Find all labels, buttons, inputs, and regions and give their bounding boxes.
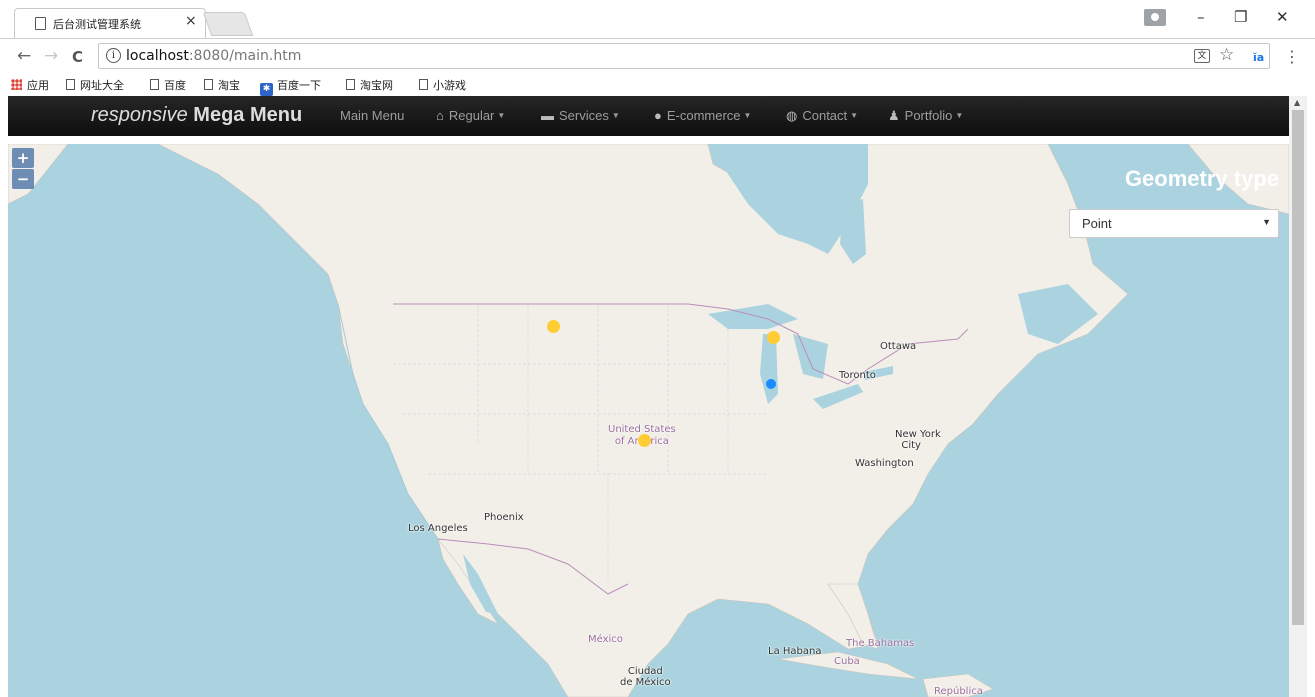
- scrollbar-thumb[interactable]: [1292, 110, 1304, 625]
- map-point-marker[interactable]: [767, 331, 780, 344]
- briefcase-icon: ▬: [541, 108, 554, 123]
- geometry-type-select[interactable]: Point ▼: [1069, 209, 1279, 238]
- label-toronto: Toronto: [839, 370, 876, 381]
- nav-portfolio[interactable]: ♟ Portfolio ▼: [888, 108, 963, 124]
- page-icon: [35, 17, 46, 30]
- close-window-button[interactable]: ✕: [1276, 8, 1289, 26]
- mega-menu-navbar: responsive Mega Menu Main Menu ⌂ Regular ▼…: [8, 96, 1289, 136]
- reload-button[interactable]: C: [72, 48, 83, 66]
- zoom-control: + −: [12, 148, 34, 190]
- tab-close-icon[interactable]: ×: [185, 13, 197, 29]
- map-point-marker-selected[interactable]: [766, 379, 776, 389]
- apps-icon: [11, 79, 22, 90]
- nav-regular[interactable]: ⌂ Regular ▼: [436, 108, 505, 123]
- info-circle-icon: ●: [654, 108, 662, 123]
- page-icon: [346, 79, 355, 90]
- caret-down-icon: ▼: [743, 111, 752, 120]
- extension-icon[interactable]: ĭa: [1253, 51, 1271, 65]
- browser-tab[interactable]: 后台测试管理系统 ×: [14, 8, 206, 38]
- nav-contact[interactable]: ◍ Contact ▼: [786, 108, 858, 124]
- scroll-up-icon[interactable]: ▲: [1294, 98, 1300, 107]
- bookmark-apps[interactable]: 应用: [11, 77, 49, 93]
- map-canvas[interactable]: Ottawa Toronto United Statesof America N…: [8, 144, 1289, 697]
- bookmarks-bar: 应用 网址大全 百度 淘宝 ✱ 百度一下 淘宝网 小游戏: [0, 74, 1315, 96]
- minimize-button[interactable]: –: [1197, 8, 1205, 26]
- browser-toolbar: ← → C i localhost:8080/main.htm 文 ☆ ĭa ⋮: [0, 38, 1315, 74]
- restore-button[interactable]: ❐: [1234, 8, 1247, 26]
- page-scrollbar[interactable]: ▲: [1289, 96, 1307, 697]
- label-ciudad-de-mexico: Ciudad de México: [620, 666, 671, 688]
- page-icon: [66, 79, 75, 90]
- bookmark-item[interactable]: 网址大全: [66, 77, 124, 93]
- map-point-marker[interactable]: [638, 434, 651, 447]
- label-phoenix: Phoenix: [484, 512, 524, 523]
- caret-down-icon: ▼: [955, 111, 964, 120]
- bookmark-item[interactable]: 淘宝网: [346, 77, 393, 93]
- geometry-type-value: Point: [1082, 216, 1112, 231]
- tab-title: 后台测试管理系统: [53, 18, 141, 31]
- label-washington: Washington: [855, 458, 914, 469]
- url-text[interactable]: localhost:8080/main.htm: [126, 48, 301, 64]
- land-north-america: [157, 144, 1129, 697]
- bookmark-star-icon[interactable]: ☆: [1219, 45, 1234, 65]
- globe-icon: ◍: [786, 108, 798, 123]
- bookmark-item[interactable]: 百度: [150, 77, 186, 93]
- page-icon: [204, 79, 213, 90]
- browser-tabstrip: 后台测试管理系统 × – ❐ ✕: [0, 0, 1315, 38]
- info-icon[interactable]: i: [106, 48, 121, 63]
- geometry-type-title: Geometry type: [1124, 166, 1279, 191]
- zoom-out-button[interactable]: −: [12, 169, 34, 189]
- bookmark-item[interactable]: 淘宝: [204, 77, 240, 93]
- user-icon: ♟: [888, 108, 900, 123]
- back-button[interactable]: ←: [17, 46, 31, 66]
- new-tab-button[interactable]: [202, 12, 254, 36]
- nav-main-menu[interactable]: Main Menu: [340, 108, 404, 123]
- map-point-marker[interactable]: [547, 320, 560, 333]
- zoom-in-button[interactable]: +: [12, 148, 34, 168]
- page-icon: [419, 79, 428, 90]
- page-content: responsive Mega Menu Main Menu ⌂ Regular ▼…: [0, 96, 1315, 697]
- label-mexico: México: [588, 634, 623, 645]
- label-la-habana: La Habana: [768, 646, 822, 657]
- translate-icon[interactable]: 文: [1194, 49, 1210, 63]
- address-bar[interactable]: i localhost:8080/main.htm 文 ☆: [98, 43, 1270, 69]
- caret-down-icon: ▼: [611, 111, 620, 120]
- caret-down-icon: ▼: [850, 111, 859, 120]
- dropdown-arrow-icon: ▼: [1262, 217, 1271, 227]
- browser-menu-icon[interactable]: ⋮: [1284, 47, 1300, 66]
- bookmark-item[interactable]: 小游戏: [419, 77, 466, 93]
- bookmark-item[interactable]: ✱ 百度一下: [260, 77, 321, 96]
- label-ottawa: Ottawa: [880, 341, 917, 352]
- page-icon: [150, 79, 159, 90]
- label-los-angeles: Los Angeles: [408, 523, 468, 534]
- nav-services[interactable]: ▬ Services ▼: [541, 108, 620, 123]
- caret-down-icon: ▼: [497, 111, 506, 120]
- home-icon: ⌂: [436, 108, 444, 123]
- brand-logo[interactable]: responsive Mega Menu: [91, 104, 302, 127]
- label-cuba: Cuba: [834, 656, 860, 667]
- forward-button[interactable]: →: [44, 46, 58, 66]
- nav-ecommerce[interactable]: ● E-commerce ▼: [654, 108, 751, 123]
- label-bahamas: The Bahamas: [846, 638, 915, 649]
- label-republica: República: [934, 686, 983, 697]
- baidu-paw-icon: ✱: [260, 83, 273, 96]
- label-new-york: New York City: [895, 429, 941, 451]
- profile-icon[interactable]: [1144, 9, 1166, 26]
